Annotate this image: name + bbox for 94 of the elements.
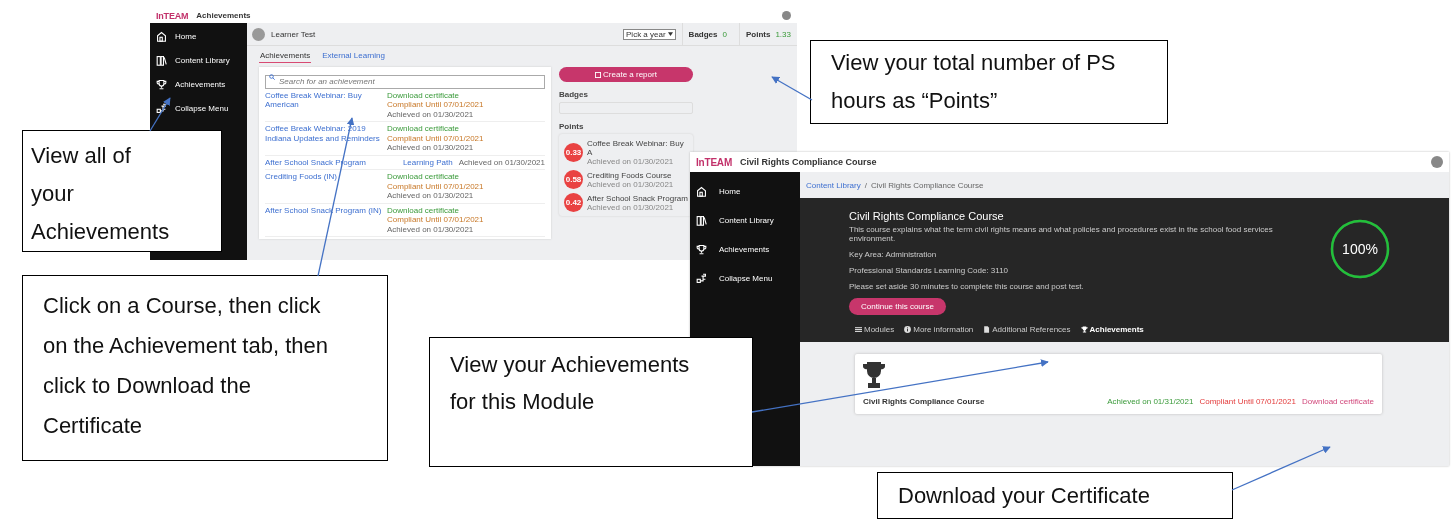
trophy-icon	[1080, 326, 1088, 333]
breadcrumb-current: Civil Rights Compliance Course	[870, 180, 984, 190]
achieved-date: Achieved on 01/30/2021	[587, 202, 674, 212]
course-detail: Please set aside 30 minutes to complete this course and post test.	[849, 282, 1085, 291]
callout-box: Download your Certificate	[877, 472, 1233, 519]
report-icon	[595, 71, 602, 78]
tab[interactable]: External Learning	[321, 51, 386, 63]
stat-value: 0	[722, 29, 727, 39]
trophy-icon	[863, 362, 885, 389]
sidebar-item[interactable]: Home	[690, 184, 800, 199]
sidebar-item[interactable]: Content Library	[150, 53, 247, 67]
download-link[interactable]: Download certificate	[387, 172, 460, 182]
collapse-menu-icon	[156, 102, 167, 114]
stat-label: Points	[745, 29, 771, 39]
collapse-menu-icon	[696, 273, 707, 284]
avatar[interactable]	[782, 11, 791, 20]
section-heading: Badges	[559, 90, 589, 99]
points-badge: 0.42	[564, 193, 583, 212]
achieved-date: Achieved on 01/30/2021	[387, 191, 474, 201]
sidebar-item[interactable]: Collapse Menu	[150, 101, 247, 115]
arrow	[149, 97, 171, 132]
breadcrumb-link[interactable]: Content Library	[806, 180, 861, 190]
home-icon	[696, 186, 707, 197]
page-title: Civil Rights Compliance Course	[740, 157, 877, 167]
trophy-icon	[696, 244, 707, 255]
tab[interactable]: More information	[904, 325, 974, 334]
avatar[interactable]	[1431, 156, 1443, 168]
progress-percent: 100%	[1342, 241, 1378, 257]
achievement-link[interactable]: Crediting Foods (IN)	[265, 172, 383, 201]
achievement-title: Civil Rights Compliance Course	[863, 397, 986, 406]
achieved-date: Achieved on 01/31/2021	[1107, 397, 1194, 406]
stat-label: Badges	[688, 29, 718, 39]
achieved-date: Achieved on 01/30/2021	[587, 157, 675, 166]
achieved-date: Achieved on 01/30/2021	[458, 157, 545, 167]
download-link[interactable]: Download certificate	[387, 205, 460, 215]
compliance-date: Compliant Until 07/01/2021	[387, 181, 484, 191]
achievement-link[interactable]: Coffee Break Webinar: Buy American	[265, 90, 383, 119]
year-dropdown[interactable]: Pick a year	[623, 28, 676, 40]
tab[interactable]: Achievements	[259, 51, 312, 63]
callout-box: View your total number of PS hours as “Points”	[810, 40, 1168, 124]
caret-icon	[667, 32, 673, 36]
compliance-date: Compliant Until 07/01/2021	[387, 100, 484, 110]
download-link[interactable]: Download certificate	[387, 124, 460, 134]
sidebar-item[interactable]: Home	[150, 29, 247, 43]
points-badge: 0.58	[564, 170, 583, 189]
stat-value: 1.33	[775, 29, 791, 39]
section-heading: Points	[559, 122, 585, 131]
tab[interactable]: Additional References	[983, 325, 1071, 334]
breadcrumb-separator: /	[864, 180, 867, 190]
tab[interactable]: Achievements	[1080, 325, 1144, 334]
create-report-button[interactable]: Create a report	[559, 67, 693, 82]
points-badge: 0.33	[564, 143, 583, 162]
user-name: Learner Test	[271, 29, 316, 39]
callout-box: View your Achievements for this Module	[429, 337, 753, 467]
download-link[interactable]: Download certificate	[387, 90, 460, 100]
points-course-title: Coffee Break Webinar: Buy A	[587, 139, 685, 157]
logo: InTEAM	[696, 156, 733, 168]
document-icon	[983, 326, 991, 333]
tab[interactable]: Modules	[855, 325, 895, 334]
menu-icon	[855, 326, 862, 333]
search-field[interactable]: Search for an achievement	[265, 74, 545, 89]
book-icon	[156, 54, 167, 66]
arrow	[771, 76, 813, 101]
page-title: Achievements	[196, 11, 251, 20]
download-link[interactable]: Download certificate	[1301, 397, 1374, 406]
search-icon	[269, 74, 275, 80]
course-title: Civil Rights Compliance Course	[849, 210, 1005, 222]
progress-ring	[1329, 218, 1391, 280]
compliance-date: Compliant Until 07/01/2021	[387, 215, 484, 225]
trophy-icon	[156, 78, 167, 90]
logo: InTEAM	[156, 10, 189, 21]
home-icon	[156, 30, 167, 42]
info-icon	[904, 326, 912, 333]
sidebar-item[interactable]: Collapse Menu	[690, 271, 800, 286]
compliance-date: Compliant Until 07/01/2021	[387, 133, 484, 143]
achieved-date: Achieved on 01/30/2021	[587, 179, 675, 189]
continue-button[interactable]: Continue this course	[849, 298, 946, 315]
compliance-date: Compliant Until 07/01/2021	[1199, 397, 1296, 406]
course-detail: Key Area: Administration	[849, 250, 938, 259]
book-icon	[696, 215, 707, 226]
avatar	[252, 27, 265, 41]
sidebar-item[interactable]: Achievements	[150, 77, 247, 91]
achieved-date: Achieved on 01/30/2021	[387, 143, 474, 153]
points-course-title: Crediting Foods Course	[587, 170, 673, 180]
course-description: This course explains what the term civil rights means and what policies and procedures exist in the school food services environment.	[849, 225, 1274, 243]
callout-box: Click on a Course, then click on the Achievement tab, then click to Download the Certificate	[22, 275, 388, 461]
achieved-date: Achieved on 01/30/2021	[387, 109, 474, 119]
achieved-date: Achieved on 01/30/2021	[387, 224, 474, 234]
course-detail: Professional Standards Learning Code: 3110	[849, 266, 1010, 275]
sidebar-item[interactable]: Content Library	[690, 213, 800, 228]
learning-path-link[interactable]: Learning Path	[402, 157, 453, 167]
points-course-title: After School Snack Program	[587, 193, 689, 203]
sidebar-item[interactable]: Achievements	[690, 242, 800, 257]
callout-box: View all of your Achievements	[22, 130, 222, 252]
